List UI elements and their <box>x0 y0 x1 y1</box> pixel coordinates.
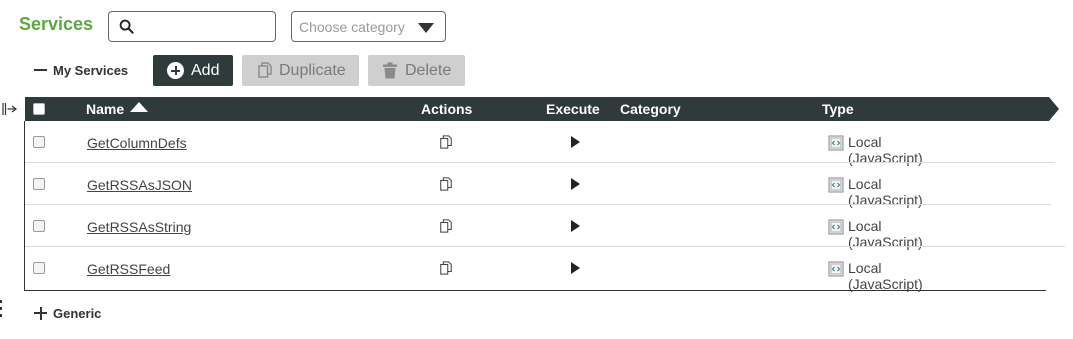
delete-button-label: Delete <box>405 61 452 79</box>
duplicate-button-label: Duplicate <box>279 61 346 79</box>
add-button[interactable]: Add <box>153 55 233 86</box>
select-all-checkbox[interactable] <box>33 103 45 115</box>
column-resize-icon[interactable] <box>2 101 18 117</box>
table-border-left <box>24 121 25 291</box>
generic-label: Generic <box>53 305 102 321</box>
row-divider <box>25 162 1055 163</box>
execute-play-icon[interactable] <box>571 262 580 274</box>
category-select-placeholder: Choose category <box>299 19 405 35</box>
add-circle-icon <box>167 62 184 79</box>
column-header-actions: Actions <box>421 101 473 117</box>
duplicate-icon[interactable] <box>439 177 453 191</box>
javascript-file-icon <box>828 177 844 193</box>
trash-icon <box>383 62 397 79</box>
row-checkbox[interactable] <box>33 262 45 274</box>
sort-ascending-icon[interactable] <box>130 102 148 112</box>
table-border-bottom <box>24 290 1046 291</box>
javascript-file-icon <box>828 261 844 277</box>
column-header-category[interactable]: Category <box>620 101 681 117</box>
duplicate-button[interactable]: Duplicate <box>242 55 359 86</box>
column-header-type[interactable]: Type <box>822 101 854 117</box>
collapse-icon <box>34 69 47 71</box>
javascript-file-icon <box>828 219 844 235</box>
service-name-link[interactable]: GetColumnDefs <box>87 135 187 151</box>
search-icon <box>119 19 134 34</box>
row-checkbox[interactable] <box>33 136 45 148</box>
column-header-execute: Execute <box>546 101 600 117</box>
chevron-down-icon <box>418 23 434 33</box>
column-header-name[interactable]: Name <box>86 101 124 117</box>
duplicate-icon[interactable] <box>439 261 453 275</box>
page-title: Services <box>19 14 94 34</box>
service-name-link[interactable]: GetRSSAsString <box>87 219 191 235</box>
drag-handle-icon[interactable] <box>0 299 4 319</box>
duplicate-icon[interactable] <box>439 219 453 233</box>
table-header <box>25 97 1049 121</box>
row-checkbox[interactable] <box>33 178 45 190</box>
my-services-label: My Services <box>53 62 129 78</box>
duplicate-icon <box>258 62 272 78</box>
delete-button[interactable]: Delete <box>368 55 465 86</box>
row-checkbox[interactable] <box>33 220 45 232</box>
service-name-link[interactable]: GetRSSAsJSON <box>87 177 192 193</box>
expand-icon <box>34 306 47 320</box>
service-type: Local (JavaScript) <box>848 260 923 292</box>
row-divider <box>25 246 1065 247</box>
service-name-link[interactable]: GetRSSFeed <box>87 261 170 277</box>
search-box[interactable] <box>108 11 276 42</box>
add-button-label: Add <box>191 61 220 79</box>
category-select[interactable]: Choose category <box>291 11 446 42</box>
execute-play-icon[interactable] <box>571 136 580 148</box>
row-divider <box>25 204 1051 205</box>
javascript-file-icon <box>828 135 844 151</box>
search-input[interactable] <box>141 17 269 37</box>
my-services-toggle[interactable]: My Services <box>34 61 128 79</box>
execute-play-icon[interactable] <box>571 178 580 190</box>
generic-toggle[interactable]: Generic <box>34 304 101 322</box>
execute-play-icon[interactable] <box>571 220 580 232</box>
duplicate-icon[interactable] <box>439 135 453 149</box>
header-scroll-arrow-icon[interactable] <box>1049 97 1059 121</box>
